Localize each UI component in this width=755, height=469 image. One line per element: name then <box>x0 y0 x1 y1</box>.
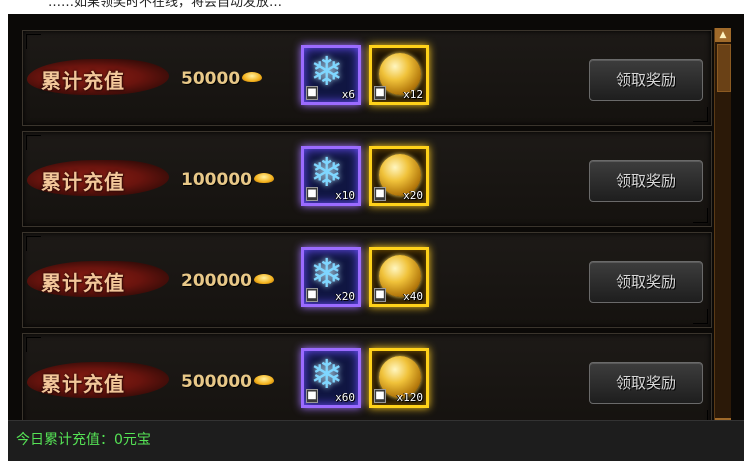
recharge-amount: 100000 <box>181 170 274 190</box>
reward-row: 累计充值 500000 ❄ ■ x60 ■ x120 领取奖励 <box>22 333 712 429</box>
amount-value: 500000 <box>181 372 252 392</box>
claim-reward-button[interactable]: 领取奖励 <box>589 362 703 404</box>
reward-row: 累计充值 100000 ❄ ■ x10 ■ x20 领取奖励 <box>22 131 712 227</box>
lock-icon: ■ <box>374 187 386 201</box>
recharge-reward-panel: 累计充值 50000 ❄ ■ x6 ■ x12 领取奖励 累计充值 100000… <box>8 14 744 461</box>
reward-item-gold-orb[interactable]: ■ x40 <box>369 247 429 307</box>
reward-item-gold-orb[interactable]: ■ x12 <box>369 45 429 105</box>
vertical-scrollbar[interactable]: ▲ ▼ <box>714 28 731 432</box>
amount-value: 50000 <box>181 69 241 89</box>
scroll-up-arrow-icon[interactable]: ▲ <box>715 28 731 42</box>
gold-ingot-icon <box>253 173 274 183</box>
header-fragment: ……如果领奖时不在线，将会自动发放… <box>0 0 755 14</box>
item-count: x20 <box>403 189 423 202</box>
lock-icon: ■ <box>306 288 318 302</box>
row-label: 累计充值 <box>41 170 125 194</box>
item-count: x10 <box>335 189 355 202</box>
gold-ingot-icon <box>242 72 263 82</box>
lock-icon: ■ <box>306 187 318 201</box>
footer-bar: 今日累计充值：0元宝 <box>8 420 744 461</box>
reward-item-snowflake[interactable]: ❄ ■ x10 <box>301 146 361 206</box>
item-count: x20 <box>335 290 355 303</box>
reward-item-gold-orb[interactable]: ■ x20 <box>369 146 429 206</box>
lock-icon: ■ <box>306 389 318 403</box>
lock-icon: ■ <box>374 86 386 100</box>
reward-item-gold-orb[interactable]: ■ x120 <box>369 348 429 408</box>
gold-ingot-icon <box>253 274 274 284</box>
item-count: x40 <box>403 290 423 303</box>
reward-row: 累计充值 200000 ❄ ■ x20 ■ x40 领取奖励 <box>22 232 712 328</box>
today-recharge-text: 今日累计充值：0元宝 <box>16 432 151 448</box>
lock-icon: ■ <box>374 389 386 403</box>
recharge-amount: 50000 <box>181 69 263 89</box>
recharge-amount: 500000 <box>181 372 274 392</box>
item-count: x120 <box>396 391 424 404</box>
reward-item-snowflake[interactable]: ❄ ■ x6 <box>301 45 361 105</box>
claim-reward-button[interactable]: 领取奖励 <box>589 261 703 303</box>
row-label: 累计充值 <box>41 372 125 396</box>
scroll-thumb[interactable] <box>717 44 731 92</box>
lock-icon: ■ <box>306 86 318 100</box>
row-label: 累计充值 <box>41 271 125 295</box>
item-count: x60 <box>335 391 355 404</box>
gold-ingot-icon <box>253 375 274 385</box>
row-label: 累计充值 <box>41 69 125 93</box>
lock-icon: ■ <box>374 288 386 302</box>
amount-value: 100000 <box>181 170 252 190</box>
amount-value: 200000 <box>181 271 252 291</box>
claim-reward-button[interactable]: 领取奖励 <box>589 59 703 101</box>
reward-item-snowflake[interactable]: ❄ ■ x60 <box>301 348 361 408</box>
item-count: x12 <box>403 88 423 101</box>
header-text: ……如果领奖时不在线，将会自动发放… <box>48 0 283 10</box>
claim-reward-button[interactable]: 领取奖励 <box>589 160 703 202</box>
reward-row: 累计充值 50000 ❄ ■ x6 ■ x12 领取奖励 <box>22 30 712 126</box>
item-count: x6 <box>341 88 355 101</box>
recharge-amount: 200000 <box>181 271 274 291</box>
reward-item-snowflake[interactable]: ❄ ■ x20 <box>301 247 361 307</box>
